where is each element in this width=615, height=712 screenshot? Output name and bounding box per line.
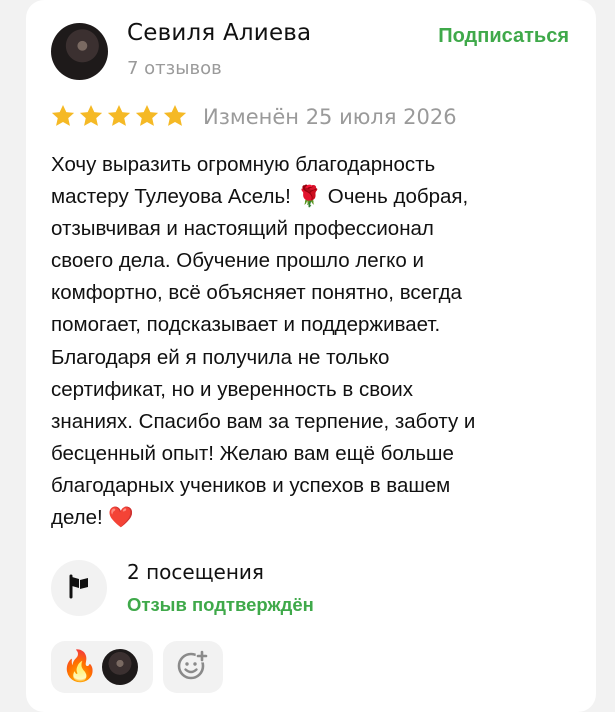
review-confirmed-label: Отзыв подтверждён: [127, 594, 314, 615]
fire-icon: 🔥: [61, 649, 99, 684]
rating-stars: [50, 103, 188, 129]
edited-date: Изменён 25 июля 2026: [203, 105, 457, 129]
subscribe-button[interactable]: Подписаться: [438, 25, 569, 48]
star-icon: [162, 103, 188, 129]
visits-count: 2 посещения: [127, 560, 264, 584]
star-icon: [78, 103, 104, 129]
author-reviews-count: 7 отзывов: [127, 58, 222, 79]
flag-icon: [65, 572, 93, 604]
add-emoji-icon: [176, 648, 210, 686]
reactor-avatar: [100, 647, 141, 687]
star-icon: [134, 103, 160, 129]
author-name[interactable]: Севиля Алиева: [127, 20, 311, 46]
review-text: Хочу выразить огромную благодарность мас…: [51, 153, 476, 530]
star-icon: [50, 103, 76, 129]
reactions-summary[interactable]: 🔥: [51, 641, 153, 693]
add-reaction-button[interactable]: [163, 641, 223, 693]
visits-badge: [51, 560, 107, 616]
star-icon: [106, 103, 132, 129]
author-avatar[interactable]: [51, 23, 108, 80]
